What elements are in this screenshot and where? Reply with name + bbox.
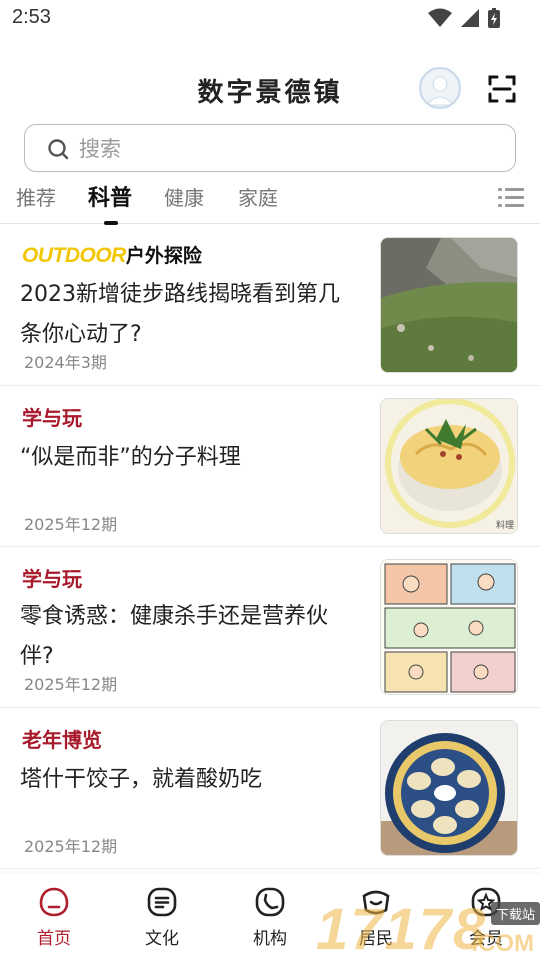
search-input[interactable] [79, 133, 479, 165]
nav-label: 文化 [145, 929, 179, 949]
tab-family[interactable]: 家庭 [238, 182, 278, 211]
article-date: 2025年12期 [24, 837, 118, 856]
watermark-tag: 下载站 [490, 902, 540, 925]
article-item[interactable]: 老年博览 塔什干饺子，就着酸奶吃 2025年12期 [0, 708, 540, 869]
article-date: 2024年3期 [24, 353, 107, 372]
article-date: 2025年12期 [24, 515, 118, 534]
scan-icon [488, 75, 516, 103]
culture-icon [147, 887, 177, 917]
source-logo-en: OUTDOOR [22, 244, 126, 267]
article-title: 塔什干饺子，就着酸奶吃 [20, 767, 263, 792]
institution-icon [255, 887, 285, 917]
user-icon [425, 76, 455, 106]
home-icon [39, 887, 69, 917]
article-source-logo: OUTDOOR户外探险 [22, 241, 202, 267]
article-item[interactable]: OUTDOOR户外探险 2023新增徒步路线揭晓看到第几条你心动了? 2024年… [0, 225, 540, 386]
article-thumbnail [380, 559, 518, 695]
source-logo-zh: 户外探险 [125, 245, 202, 267]
article-title: 零食诱惑：健康杀手还是营养伙伴? [20, 604, 329, 669]
search-icon [48, 139, 69, 160]
article-source-logo: 学与玩 [22, 406, 82, 430]
search-box[interactable] [24, 124, 516, 172]
battery-icon [488, 8, 500, 28]
tab-recommend[interactable]: 推荐 [16, 182, 56, 211]
article-thumbnail [380, 237, 518, 373]
nav-home[interactable]: 首页 [24, 886, 84, 949]
watermark-suffix: .COM [471, 930, 534, 957]
watermark-logo: 17178 下载站 .COM [312, 892, 540, 960]
avatar[interactable] [419, 67, 461, 109]
watermark-number: 17178 [316, 897, 488, 960]
status-time: 2:53 [12, 6, 51, 28]
category-tabs: 推荐 科普 健康 家庭 [0, 178, 540, 225]
article-thumbnail: 料理 [380, 398, 518, 534]
tab-science[interactable]: 科普 [88, 180, 132, 212]
scan-button[interactable] [488, 75, 516, 103]
status-bar: 2:53 [0, 0, 540, 36]
nav-label: 首页 [37, 929, 71, 949]
thumbnail-caption: 料理 [495, 521, 514, 531]
article-item[interactable]: 学与玩 零食诱惑：健康杀手还是营养伙伴? 2025年12期 [0, 547, 540, 708]
article-title: 2023新增徒步路线揭晓看到第几条你心动了? [20, 282, 340, 347]
tab-list-icon[interactable] [498, 186, 524, 210]
status-icons [428, 8, 500, 28]
nav-institution[interactable]: 机构 [240, 886, 300, 949]
article-thumbnail [380, 720, 518, 856]
article-title: “似是而非”的分子料理 [20, 445, 241, 470]
nav-label: 机构 [253, 929, 287, 949]
article-source-logo: 学与玩 [22, 567, 82, 591]
signal-icon [461, 9, 479, 27]
tab-health[interactable]: 健康 [164, 182, 204, 211]
article-date: 2025年12期 [24, 675, 118, 694]
wifi-icon [428, 8, 452, 27]
nav-culture[interactable]: 文化 [132, 886, 192, 949]
article-source-logo: 老年博览 [22, 728, 102, 752]
article-item[interactable]: 学与玩 “似是而非”的分子料理 2025年12期 料理 [0, 386, 540, 547]
